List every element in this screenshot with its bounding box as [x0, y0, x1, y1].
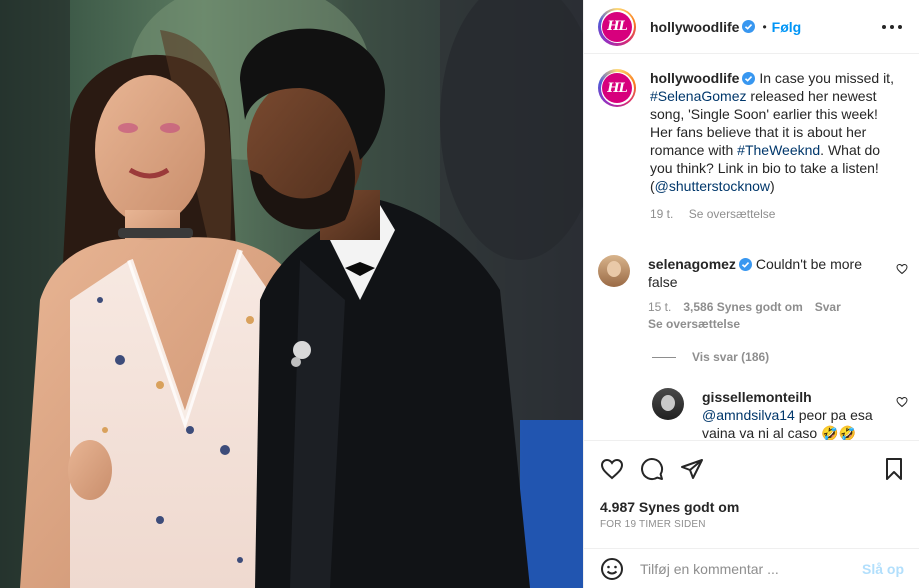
comment-icon[interactable]	[640, 457, 664, 481]
reply-username[interactable]: gissellemonteilh	[702, 389, 812, 405]
comment-item: selenagomez Couldn't be more false 15 t.…	[598, 255, 908, 333]
reply-body: gissellemonteilh @amndsilva14 peor pa es…	[702, 388, 882, 440]
post-side-panel: HL hollywoodlife • Følg HL hollywoodlife…	[583, 0, 919, 588]
reply-item: gissellemonteilh @amndsilva14 peor pa es…	[652, 388, 908, 440]
comment-translate-link[interactable]: Se oversættelse	[648, 317, 740, 331]
comment-likes[interactable]: 3,586 Synes godt om	[683, 300, 802, 314]
comment-time: 15 t.	[648, 300, 672, 314]
heart-icon[interactable]	[600, 457, 624, 481]
verified-badge-icon	[738, 258, 752, 271]
comment-meta: 15 t. 3,586 Synes godt om Svar Se oversætt…	[648, 299, 888, 333]
reply-avatar[interactable]	[652, 388, 684, 420]
hashtag-selenagomez[interactable]: #SelenaGomez	[650, 88, 747, 104]
caption-translate-link[interactable]: Se oversættelse	[689, 207, 776, 221]
post-comment-button[interactable]: Slå op	[862, 561, 904, 577]
photo-illustration	[0, 0, 583, 588]
instagram-post-view: HL hollywoodlife • Følg HL hollywoodlife…	[0, 0, 919, 588]
commenter-username[interactable]: selenagomez	[648, 256, 736, 272]
view-replies-label: Vis svar (186)	[692, 350, 770, 364]
follow-button[interactable]: Følg	[772, 19, 802, 35]
comment-like-icon[interactable]	[896, 263, 908, 275]
caption-meta: 19 t. Se oversættelse	[650, 205, 900, 223]
caption-time: 19 t.	[650, 207, 674, 221]
comment-body: selenagomez Couldn't be more false 15 t.…	[648, 255, 888, 333]
reply-button[interactable]: Svar	[815, 300, 841, 314]
post-timestamp[interactable]: FOR 19 TIMER SIDEN	[600, 519, 706, 530]
action-icons	[600, 457, 704, 481]
caption-text-4: )	[770, 178, 775, 194]
commenter-avatar[interactable]	[598, 255, 630, 287]
author-avatar-logo: HL	[602, 11, 632, 42]
share-icon[interactable]	[680, 457, 704, 481]
caption-body: hollywoodlife In case you missed it, #Se…	[650, 69, 900, 223]
add-comment-bar: Slå op	[584, 548, 919, 588]
reply-mention[interactable]: @amndsilva14	[702, 407, 795, 423]
likes-count[interactable]: 4.987 Synes godt om	[600, 499, 739, 515]
comments-scroll-area[interactable]: HL hollywoodlife In case you missed it, …	[584, 55, 919, 440]
author-username[interactable]: hollywoodlife	[650, 19, 739, 35]
more-options-icon[interactable]	[882, 19, 902, 35]
view-replies-button[interactable]: Vis svar (186)	[652, 350, 769, 364]
post-header: HL hollywoodlife • Følg	[584, 0, 919, 54]
view-replies-line	[652, 356, 676, 358]
reply-like-icon[interactable]	[896, 396, 908, 408]
verified-badge-icon	[742, 72, 756, 85]
caption-author-avatar[interactable]: HL	[598, 69, 636, 107]
caption-username[interactable]: hollywoodlife	[650, 70, 739, 86]
author-avatar[interactable]: HL	[598, 7, 636, 46]
verified-badge-icon	[742, 20, 756, 33]
mention-shutterstocknow[interactable]: @shutterstocknow	[655, 178, 770, 194]
post-photo[interactable]	[0, 0, 583, 588]
separator-dot: •	[762, 19, 767, 34]
caption-avatar-logo: HL	[602, 73, 632, 103]
comment-input[interactable]	[640, 560, 860, 577]
caption-text-1: In case you missed it,	[759, 70, 894, 86]
emoji-icon[interactable]	[600, 557, 624, 581]
bookmark-icon[interactable]	[882, 457, 906, 481]
post-caption: HL hollywoodlife In case you missed it, …	[598, 69, 908, 223]
hashtag-theweeknd[interactable]: #TheWeeknd	[737, 142, 820, 158]
